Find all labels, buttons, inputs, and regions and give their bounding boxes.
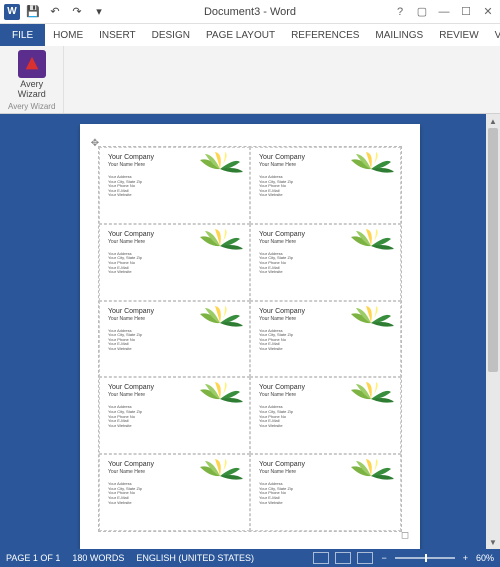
maximize-icon[interactable]: ☐ bbox=[456, 3, 476, 21]
save-icon[interactable]: 💾 bbox=[24, 3, 42, 21]
leaf-logo-icon bbox=[195, 306, 245, 340]
table-resize-icon[interactable]: ◻ bbox=[400, 530, 410, 540]
leaf-logo-icon bbox=[195, 459, 245, 493]
document-page[interactable]: ✥ ◻ Your Company Your Name Here Your Add… bbox=[80, 124, 420, 549]
leaf-logo-icon bbox=[195, 229, 245, 263]
business-card[interactable]: Your CompanyYour Name Here Your AddressY… bbox=[250, 377, 401, 454]
status-bar: PAGE 1 OF 1 180 WORDS ENGLISH (UNITED ST… bbox=[0, 549, 500, 567]
qat-customize-icon[interactable]: ▾ bbox=[90, 3, 108, 21]
tab-insert[interactable]: INSERT bbox=[91, 24, 144, 46]
view-print-layout-icon[interactable] bbox=[335, 552, 351, 564]
business-card[interactable]: Your CompanyYour Name Here Your AddressY… bbox=[250, 454, 401, 531]
vertical-scrollbar[interactable]: ▲ ▼ bbox=[486, 114, 500, 549]
avery-wizard-button[interactable]: AveryWizard bbox=[18, 50, 46, 100]
status-language[interactable]: ENGLISH (UNITED STATES) bbox=[136, 553, 254, 563]
tab-review[interactable]: REVIEW bbox=[431, 24, 486, 46]
business-card[interactable]: Your CompanyYour Name Here Your AddressY… bbox=[99, 301, 250, 378]
title-bar: W 💾 ↶ ↷ ▾ Document3 - Word ? ▢ — ☐ ✕ bbox=[0, 0, 500, 24]
status-page[interactable]: PAGE 1 OF 1 bbox=[6, 553, 60, 563]
avery-button-label: AveryWizard bbox=[18, 80, 46, 100]
ribbon-panel: AveryWizard Avery Wizard bbox=[0, 46, 500, 114]
ribbon-display-icon[interactable]: ▢ bbox=[412, 3, 432, 21]
business-card[interactable]: Your Company Your Name Here Your Address… bbox=[99, 147, 250, 224]
tab-page-layout[interactable]: PAGE LAYOUT bbox=[198, 24, 283, 46]
redo-icon[interactable]: ↷ bbox=[68, 3, 86, 21]
undo-icon[interactable]: ↶ bbox=[46, 3, 64, 21]
minimize-icon[interactable]: — bbox=[434, 3, 454, 21]
tab-mailings[interactable]: MAILINGS bbox=[367, 24, 431, 46]
tab-references[interactable]: REFERENCES bbox=[283, 24, 367, 46]
business-card[interactable]: Your CompanyYour Name Here Your AddressY… bbox=[99, 377, 250, 454]
avery-logo-icon bbox=[18, 50, 46, 78]
quick-access-toolbar: W 💾 ↶ ↷ ▾ bbox=[0, 3, 108, 21]
zoom-level[interactable]: 60% bbox=[476, 553, 494, 563]
business-card[interactable]: Your CompanyYour Name Here Your AddressY… bbox=[250, 147, 401, 224]
tab-design[interactable]: DESIGN bbox=[144, 24, 198, 46]
zoom-in-button[interactable]: + bbox=[461, 553, 470, 563]
view-web-layout-icon[interactable] bbox=[357, 552, 373, 564]
word-app-icon[interactable]: W bbox=[4, 4, 20, 20]
leaf-logo-icon bbox=[346, 229, 396, 263]
ribbon-tabs: FILE HOME INSERT DESIGN PAGE LAYOUT REFE… bbox=[0, 24, 500, 46]
business-card[interactable]: Your CompanyYour Name Here Your AddressY… bbox=[250, 224, 401, 301]
scroll-down-icon[interactable]: ▼ bbox=[486, 535, 500, 549]
document-area: ✥ ◻ Your Company Your Name Here Your Add… bbox=[0, 114, 500, 549]
help-icon[interactable]: ? bbox=[390, 3, 410, 21]
tab-home[interactable]: HOME bbox=[45, 24, 91, 46]
zoom-out-button[interactable]: − bbox=[379, 553, 388, 563]
business-card[interactable]: Your CompanyYour Name Here Your AddressY… bbox=[99, 454, 250, 531]
business-card[interactable]: Your CompanyYour Name Here Your AddressY… bbox=[99, 224, 250, 301]
window-title: Document3 - Word bbox=[204, 6, 296, 18]
zoom-slider[interactable] bbox=[395, 557, 455, 559]
leaf-logo-icon bbox=[346, 459, 396, 493]
business-card[interactable]: Your CompanyYour Name Here Your AddressY… bbox=[250, 301, 401, 378]
status-words[interactable]: 180 WORDS bbox=[72, 553, 124, 563]
window-controls: ? ▢ — ☐ ✕ bbox=[390, 3, 498, 21]
leaf-logo-icon bbox=[346, 306, 396, 340]
leaf-logo-icon bbox=[346, 152, 396, 186]
close-icon[interactable]: ✕ bbox=[478, 3, 498, 21]
ribbon-group-avery: AveryWizard Avery Wizard bbox=[0, 46, 64, 113]
view-read-mode-icon[interactable] bbox=[313, 552, 329, 564]
tab-file[interactable]: FILE bbox=[0, 24, 45, 46]
leaf-logo-icon bbox=[195, 382, 245, 416]
label-grid: Your Company Your Name Here Your Address… bbox=[98, 146, 402, 532]
ribbon-group-label: Avery Wizard bbox=[8, 102, 55, 111]
leaf-logo-icon bbox=[346, 382, 396, 416]
scroll-up-icon[interactable]: ▲ bbox=[486, 114, 500, 128]
tab-view[interactable]: VIEW bbox=[487, 24, 500, 46]
scroll-thumb[interactable] bbox=[488, 128, 498, 372]
leaf-logo-icon bbox=[195, 152, 245, 186]
